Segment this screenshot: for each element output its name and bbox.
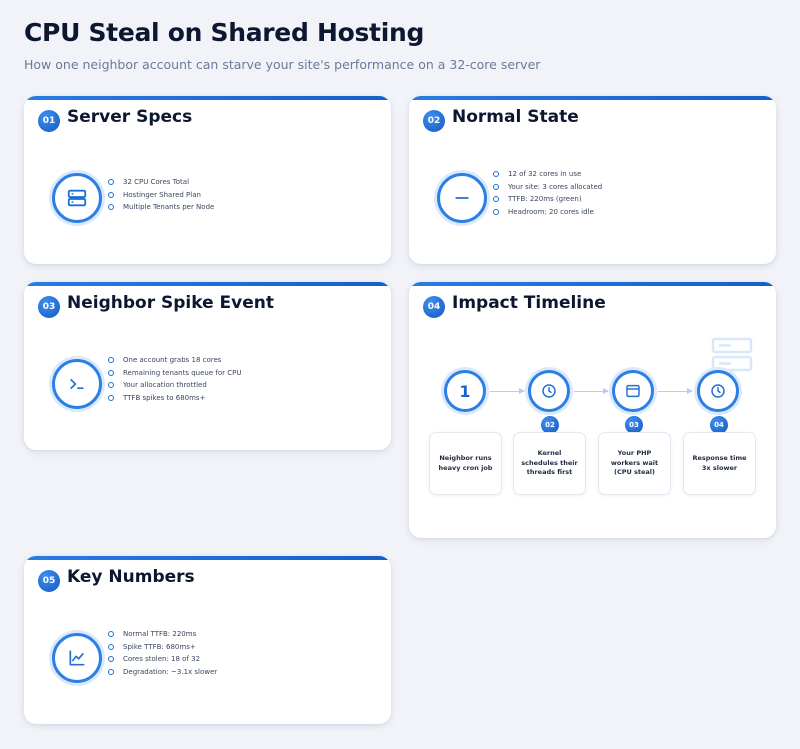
flow-arrow (574, 388, 609, 394)
card-title: Key Numbers (67, 567, 195, 587)
terminal-icon (52, 359, 102, 409)
list-item: Spike TTFB: 680ms+ (108, 641, 217, 654)
clock-icon (697, 370, 739, 412)
card-title: Normal State (452, 107, 579, 127)
card-title: Neighbor Spike Event (67, 293, 274, 313)
card-title: Impact Timeline (452, 293, 606, 313)
list-item: Normal TTFB: 220ms (108, 628, 217, 641)
card-normal-state: 02 Normal State 12 of 32 cores in use Yo… (409, 96, 776, 264)
list-item: Multiple Tenants per Node (108, 201, 214, 214)
list-item: 12 of 32 cores in use (493, 168, 602, 181)
flow-arrow (658, 388, 693, 394)
list-item: 32 CPU Cores Total (108, 176, 214, 189)
browser-window-icon (612, 370, 654, 412)
line-chart-icon (52, 633, 102, 683)
card-key-numbers: 05 Key Numbers Normal TTFB: 220ms Spike … (24, 556, 391, 724)
card-number-badge: 04 (423, 296, 445, 318)
page-subtitle: How one neighbor account can starve your… (24, 57, 541, 72)
card-title: Server Specs (67, 107, 193, 127)
clock-icon (528, 370, 570, 412)
card-number-badge: 05 (38, 570, 60, 592)
list-item: Your site: 3 cores allocated (493, 181, 602, 194)
flow-arrow (490, 388, 525, 394)
timeline-step-label: Your PHP workers wait (CPU steal) (598, 432, 671, 495)
bullet-list: One account grabs 18 cores Remaining ten… (108, 354, 241, 404)
list-item: Cores stolen: 18 of 32 (108, 653, 217, 666)
list-item: Headroom: 20 cores idle (493, 206, 602, 219)
timeline-step-label: Response time 3x slower (683, 432, 756, 495)
card-server-specs: 01 Server Specs 32 CPU Cores Total Hosti… (24, 96, 391, 264)
server-icon (52, 173, 102, 223)
bullet-list: 32 CPU Cores Total Hostinger Shared Plan… (108, 176, 214, 214)
list-item: Hostinger Shared Plan (108, 189, 214, 202)
list-item: Your allocation throttled (108, 379, 241, 392)
list-item: Remaining tenants queue for CPU (108, 367, 241, 380)
page-title: CPU Steal on Shared Hosting (24, 18, 425, 47)
list-item: One account grabs 18 cores (108, 354, 241, 367)
minus-icon (437, 173, 487, 223)
timeline-step-label: Kernel schedules their threads first (513, 432, 586, 495)
bullet-list: 12 of 32 cores in use Your site: 3 cores… (493, 168, 602, 218)
step-number: 1 (459, 381, 471, 401)
list-item: Degradation: ~3.1x slower (108, 666, 217, 679)
timeline-step-1: 1 (444, 370, 486, 412)
bullet-list: Normal TTFB: 220ms Spike TTFB: 680ms+ Co… (108, 628, 217, 678)
timeline-step-label: Neighbor runs heavy cron job (429, 432, 502, 495)
list-item: TTFB spikes to 680ms+ (108, 392, 241, 405)
card-number-badge: 03 (38, 296, 60, 318)
card-neighbor-spike: 03 Neighbor Spike Event One account grab… (24, 282, 391, 450)
list-item: TTFB: 220ms (green) (493, 193, 602, 206)
card-number-badge: 02 (423, 110, 445, 132)
card-number-badge: 01 (38, 110, 60, 132)
